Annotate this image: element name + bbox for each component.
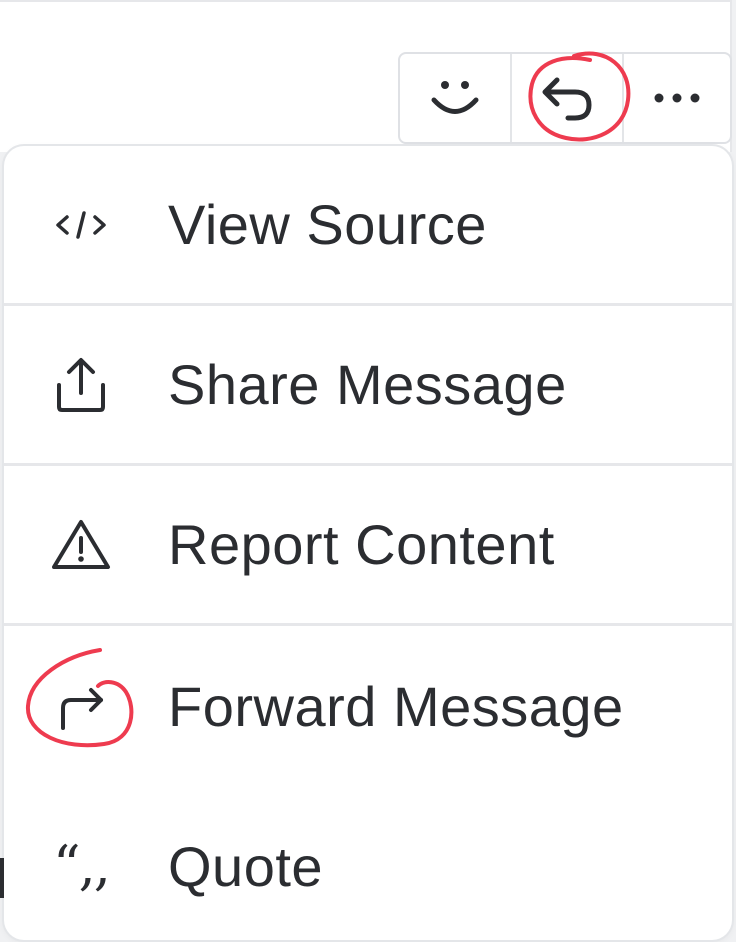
message-hover-toolbar bbox=[398, 52, 732, 144]
menu-item-label: Share Message bbox=[168, 353, 567, 416]
add-reaction-button[interactable] bbox=[400, 54, 512, 142]
menu-item-report-content[interactable]: Report Content bbox=[4, 466, 732, 626]
share-upload-icon bbox=[48, 352, 114, 418]
ellipsis-icon bbox=[654, 93, 700, 103]
smiley-icon bbox=[431, 81, 479, 114]
warning-triangle-icon bbox=[48, 512, 114, 578]
menu-item-label: Report Content bbox=[168, 513, 555, 576]
menu-item-share-message[interactable]: Share Message bbox=[4, 306, 732, 466]
quote-marks-icon: “,, bbox=[48, 833, 114, 899]
menu-item-label: Quote bbox=[168, 834, 324, 898]
edge-marker bbox=[0, 858, 4, 898]
menu-item-quote[interactable]: “,, Quote bbox=[4, 786, 732, 940]
code-icon bbox=[48, 192, 114, 258]
screen: View Source Share Message Report Content… bbox=[0, 0, 736, 942]
reply-button[interactable] bbox=[512, 54, 624, 142]
forward-arrow-icon bbox=[48, 673, 114, 739]
menu-item-label: View Source bbox=[168, 193, 487, 256]
menu-item-label: Forward Message bbox=[168, 674, 624, 738]
reply-arrow-icon bbox=[542, 77, 592, 121]
menu-item-view-source[interactable]: View Source bbox=[4, 146, 732, 306]
more-options-button[interactable] bbox=[624, 54, 730, 142]
message-context-menu: View Source Share Message Report Content… bbox=[4, 146, 732, 940]
menu-item-forward-message[interactable]: Forward Message bbox=[4, 626, 732, 786]
quote-glyph: “,, bbox=[53, 834, 111, 897]
